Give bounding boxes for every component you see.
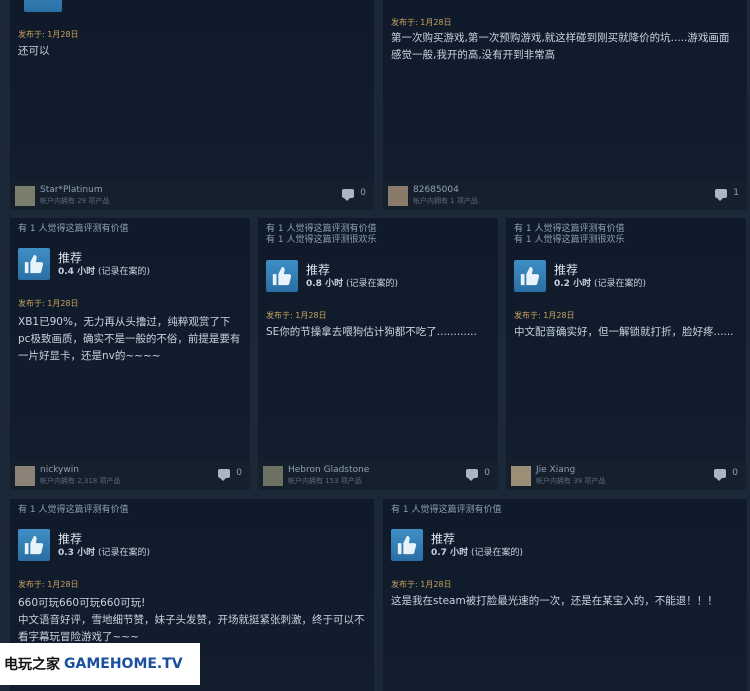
helpful-text: 有 1 人觉得这篇评测有价值 <box>18 505 129 515</box>
comment-icon <box>342 188 355 201</box>
review-text: 660可玩660可玩660可玩! 中文语音好评，雪地细节赞，妹子头发赞，开场就挺… <box>18 597 365 643</box>
comment-count[interactable]: 0 <box>342 188 366 201</box>
review-card: 有 1 人觉得这篇评测有价值 推荐 0.4 小时 (记录在案的) 发布于: 1月2… <box>10 218 250 490</box>
recommendation: 推荐 0.8 小时 (记录在案的) <box>266 260 398 292</box>
review-text: SE你的节操拿去喂狗估计狗都不吃了............ <box>266 326 477 338</box>
helpful-text: 有 1 人觉得这篇评测有价值有 1 人觉得这篇评测很欢乐 <box>266 224 377 245</box>
review-date: 发布于: 1月28日 <box>18 30 79 39</box>
review-date: 发布于: 1月28日 <box>391 580 452 589</box>
review-card: 有 1 人觉得这篇评测有价值有 1 人觉得这篇评测很欢乐 推荐 0.8 小时 (记… <box>258 218 498 490</box>
review-text: 这是我在steam被打脸最光速的一次，还是在某宝入的，不能退！！！ <box>391 595 718 607</box>
review-card: 有 1 人觉得这篇评测有价值有 1 人觉得这篇评测很欢乐 推荐 0.2 小时 (记… <box>506 218 746 490</box>
review-text: 中文配音确实好，但一解锁就打折，脸好疼...... <box>514 326 734 338</box>
thumbs-up-icon <box>24 0 62 12</box>
owned-count: 帐户内拥有 29 项产品 <box>40 197 110 205</box>
review-date: 发布于: 1月28日 <box>514 311 575 320</box>
helpful-text: 有 1 人觉得这篇评测有价值有 1 人觉得这篇评测很欢乐 <box>514 224 625 245</box>
recommendation: 推荐 0.3 小时 (记录在案的) <box>18 529 150 561</box>
recommendation: 推荐 0.7 小时 (记录在案的) <box>391 529 523 561</box>
owned-count: 帐户内拥有 39 项产品 <box>536 477 606 485</box>
thumbs-up-icon <box>391 529 423 561</box>
review-footer: nickywin 帐户内拥有 2,318 项产品 0 <box>10 460 250 490</box>
username[interactable]: 82685004 <box>413 185 459 195</box>
avatar[interactable] <box>511 466 531 486</box>
owned-count: 帐户内拥有 1 项产品 <box>413 197 478 205</box>
comment-count[interactable]: 0 <box>714 468 738 481</box>
review-card: 发布于: 1月28日 还可以 Star*Platinum 帐户内拥有 29 项产… <box>10 0 374 210</box>
avatar[interactable] <box>388 186 408 206</box>
comment-count[interactable]: 1 <box>715 188 739 201</box>
review-footer: Jie Xiang 帐户内拥有 39 项产品 0 <box>506 460 746 490</box>
review-footer: Hebron Gladstone 帐户内拥有 153 项产品 0 <box>258 460 498 490</box>
thumbs-up-icon <box>266 260 298 292</box>
review-card: 有 1 人觉得这篇评测有价值 推荐 0.7 小时 (记录在案的) 发布于: 1月2… <box>383 499 747 691</box>
helpful-text: 有 1 人觉得这篇评测有价值 <box>391 505 502 515</box>
review-text: XB1已90%，无力再从头撸过，纯粹观赏了下pc极致画质，确实不是一般的不俗，前… <box>18 316 241 362</box>
username[interactable]: nickywin <box>40 465 79 475</box>
review-footer: Star*Platinum 帐户内拥有 29 项产品 0 <box>10 180 374 210</box>
recommendation: 推荐 0.2 小时 (记录在案的) <box>514 260 646 292</box>
review-card: 发布于: 1月28日 第一次购买游戏,第一次预购游戏,就这样碰到刚买就降价的坑.… <box>383 0 747 210</box>
comment-icon <box>714 468 727 481</box>
review-text: 第一次购买游戏,第一次预购游戏,就这样碰到刚买就降价的坑.....游戏画面感觉一… <box>391 32 730 61</box>
recommendation: 推荐 0.4 小时 (记录在案的) <box>18 248 150 280</box>
owned-count: 帐户内拥有 2,318 项产品 <box>40 477 121 485</box>
comment-count[interactable]: 0 <box>218 468 242 481</box>
review-text: 还可以 <box>18 45 50 57</box>
review-date: 发布于: 1月28日 <box>18 580 79 589</box>
comment-icon <box>715 188 728 201</box>
review-date: 发布于: 1月28日 <box>266 311 327 320</box>
thumbs-up-icon <box>18 248 50 280</box>
review-footer: 82685004 帐户内拥有 1 项产品 1 <box>383 180 747 210</box>
username[interactable]: Jie Xiang <box>536 465 575 475</box>
comment-icon <box>218 468 231 481</box>
helpful-text: 有 1 人觉得这篇评测有价值 <box>18 224 129 234</box>
thumbs-up-icon <box>18 529 50 561</box>
username[interactable]: Hebron Gladstone <box>288 465 369 475</box>
comment-count[interactable]: 0 <box>466 468 490 481</box>
thumbs-up-icon <box>514 260 546 292</box>
avatar[interactable] <box>15 186 35 206</box>
review-date: 发布于: 1月28日 <box>18 299 79 308</box>
username[interactable]: Star*Platinum <box>40 185 103 195</box>
owned-count: 帐户内拥有 153 项产品 <box>288 477 362 485</box>
watermark-logo: 电玩之家 GAMEHOME.TV <box>0 643 200 685</box>
comment-icon <box>466 468 479 481</box>
avatar[interactable] <box>263 466 283 486</box>
review-date: 发布于: 1月28日 <box>391 18 452 27</box>
avatar[interactable] <box>15 466 35 486</box>
